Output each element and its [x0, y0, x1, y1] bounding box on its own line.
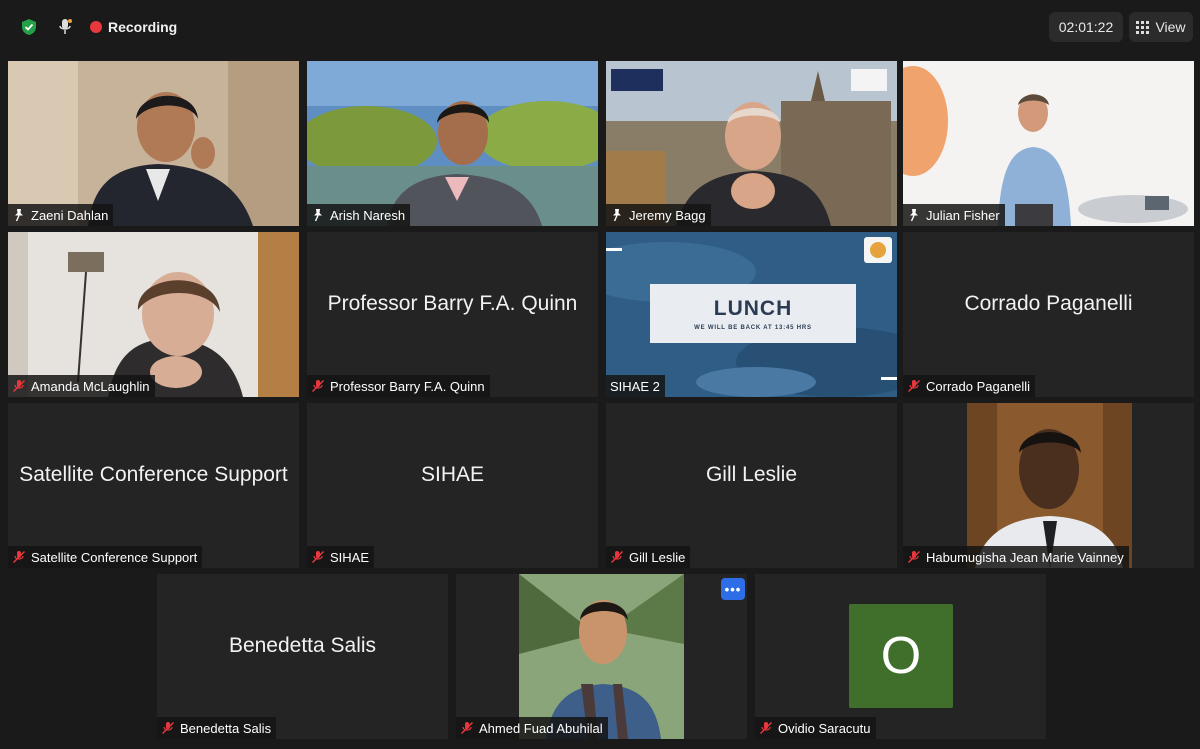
mic-muted-icon — [460, 721, 474, 735]
participant-tile[interactable]: Satellite Conference Support Satellite C… — [8, 403, 299, 568]
participant-tile[interactable]: Benedetta Salis Benedetta Salis — [157, 574, 448, 739]
participant-display-name: Satellite Conference Support — [19, 462, 288, 486]
slide-subtitle: WE WILL BE BACK AT 13:45 HRS — [694, 324, 812, 331]
mic-muted-icon — [907, 379, 921, 393]
recording-label: Recording — [108, 19, 178, 35]
pin-icon — [314, 209, 322, 222]
participant-name: Satellite Conference Support — [31, 549, 198, 565]
lunch-slide: LUNCH WE WILL BE BACK AT 13:45 HRS — [650, 284, 856, 343]
participant-name-label: Amanda McLaughlin — [8, 375, 155, 397]
participant-tile[interactable]: Arish Naresh — [307, 61, 598, 226]
participant-video — [903, 403, 1194, 568]
participant-name: SIHAE 2 — [610, 378, 660, 394]
participant-name-label: Gill Leslie — [606, 546, 691, 568]
participant-tile[interactable]: Gill Leslie Gill Leslie — [606, 403, 897, 568]
participant-display-name: Professor Barry F.A. Quinn — [327, 291, 578, 315]
participant-video — [307, 61, 598, 226]
participant-name-label: Satellite Conference Support — [8, 546, 203, 568]
participant-name: Jeremy Bagg — [629, 207, 706, 223]
shield-check-icon — [22, 19, 36, 35]
participant-tile[interactable]: Corrado Paganelli Corrado Paganelli — [903, 232, 1194, 397]
avatar: O — [849, 604, 953, 708]
participant-tile[interactable]: Zaeni Dahlan — [8, 61, 299, 226]
recording-indicator[interactable]: Recording — [86, 12, 181, 42]
participant-display-name: Gill Leslie — [705, 462, 798, 486]
participant-tile[interactable]: Jeremy Bagg — [606, 61, 897, 226]
participant-tile-active-speaker[interactable]: Julian Fisher — [903, 61, 1194, 226]
microphone-icon — [59, 19, 72, 34]
participant-tile[interactable]: SIHAE SIHAE — [307, 403, 598, 568]
participant-display-name: Corrado Paganelli — [964, 291, 1133, 315]
view-label: View — [1155, 19, 1186, 35]
grid-icon — [1136, 20, 1150, 34]
view-button[interactable]: View — [1129, 12, 1193, 42]
pin-icon — [910, 209, 918, 222]
more-options-icon: ••• — [724, 581, 742, 597]
participant-video — [8, 232, 299, 397]
participant-tile[interactable]: Ahmed Fuad Abuhilal — [456, 574, 747, 739]
participant-name: Ahmed Fuad Abuhilal — [479, 720, 603, 736]
participant-name: Professor Barry F.A. Quinn — [330, 378, 485, 394]
participant-name: Corrado Paganelli — [926, 378, 1031, 394]
participant-name: Arish Naresh — [330, 207, 406, 223]
slide-title: LUNCH — [713, 296, 793, 320]
mic-muted-icon — [12, 550, 26, 564]
participant-name-label: Julian Fisher — [903, 204, 1005, 226]
participant-name: Gill Leslie — [629, 549, 686, 565]
participant-name-label: Arish Naresh — [307, 204, 411, 226]
participant-name-label: Ahmed Fuad Abuhilal — [456, 717, 608, 739]
participant-name-label: Habumugisha Jean Marie Vainney — [903, 546, 1129, 568]
participant-name: Julian Fisher — [926, 207, 1000, 223]
mic-muted-icon — [759, 721, 773, 735]
mic-muted-icon — [610, 550, 624, 564]
top-bar: Recording 02:01:22 View — [0, 0, 1200, 56]
participant-video — [8, 61, 299, 226]
participant-name: Habumugisha Jean Marie Vainney — [926, 549, 1124, 565]
participant-tile[interactable]: Habumugisha Jean Marie Vainney — [903, 403, 1194, 568]
recording-dot-icon — [90, 21, 102, 33]
participant-tile[interactable]: LUNCH WE WILL BE BACK AT 13:45 HRS SIHAE… — [606, 232, 897, 397]
participant-tile[interactable]: Amanda McLaughlin — [8, 232, 299, 397]
participant-video — [903, 61, 1194, 226]
mic-muted-icon — [311, 550, 325, 564]
participant-tile[interactable]: O Ovidio Saracutu — [755, 574, 1046, 739]
participant-name-label: Benedetta Salis — [157, 717, 277, 739]
participant-name-label: Zaeni Dahlan — [8, 204, 114, 226]
microphone-button[interactable] — [52, 12, 78, 42]
mic-muted-icon — [161, 721, 175, 735]
participant-name: Amanda McLaughlin — [31, 378, 150, 394]
participant-name-label: Corrado Paganelli — [903, 375, 1036, 397]
more-options-button[interactable]: ••• — [721, 578, 745, 600]
participant-name-label: SIHAE — [307, 546, 375, 568]
participant-name-label: Jeremy Bagg — [606, 204, 711, 226]
mic-muted-icon — [907, 550, 921, 564]
pin-icon — [613, 209, 621, 222]
participant-name: SIHAE — [330, 549, 370, 565]
security-button[interactable] — [16, 12, 42, 42]
mic-muted-icon — [12, 379, 26, 393]
pin-icon — [15, 209, 23, 222]
participant-name-label: Professor Barry F.A. Quinn — [307, 375, 490, 397]
participant-name: Ovidio Saracutu — [778, 720, 871, 736]
participant-display-name: Benedetta Salis — [228, 633, 377, 657]
mic-muted-icon — [311, 379, 325, 393]
participant-tile[interactable]: Professor Barry F.A. Quinn Professor Bar… — [307, 232, 598, 397]
participant-name: Benedetta Salis — [180, 720, 272, 736]
participant-video — [606, 61, 897, 226]
meeting-timer: 02:01:22 — [1049, 12, 1123, 42]
participant-video — [456, 574, 747, 739]
participant-name-label: Ovidio Saracutu — [755, 717, 876, 739]
participant-name: Zaeni Dahlan — [31, 207, 109, 223]
participant-display-name: SIHAE — [420, 462, 485, 486]
participant-name-label: SIHAE 2 — [606, 375, 665, 397]
